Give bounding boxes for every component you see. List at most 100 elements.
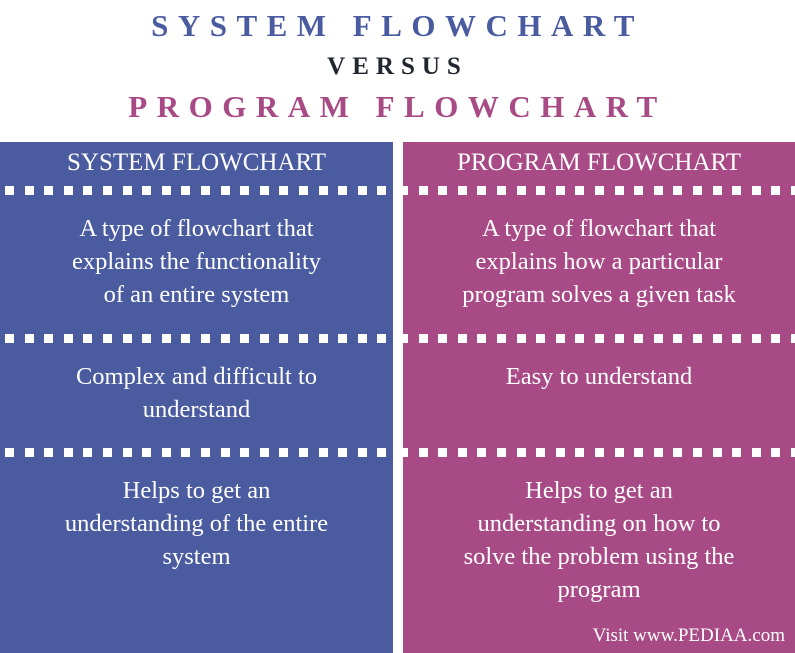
- divider-dot: [751, 334, 761, 343]
- divider-dot: [712, 186, 722, 195]
- divider-dot: [181, 448, 191, 457]
- divider-dot: [240, 334, 250, 343]
- divider-dot: [595, 334, 604, 343]
- divider-dot: [142, 448, 152, 457]
- title-system-flowchart: SYSTEM FLOWCHART: [151, 8, 644, 43]
- divider-dot: [377, 334, 387, 343]
- divider-dot: [161, 334, 171, 343]
- cell-line: understanding of the entire: [64, 510, 329, 537]
- divider-dot: [103, 186, 112, 195]
- divider-dot: [122, 334, 132, 343]
- divider-dot: [438, 186, 448, 195]
- divider-dot: [634, 334, 644, 343]
- comparison-cell-purpose: Helps to get an understanding on how to …: [403, 474, 795, 606]
- divider-dot: [555, 186, 565, 195]
- cell-line: A type of flowchart that: [79, 215, 314, 242]
- divider-dot: [673, 334, 683, 343]
- divider-dot: [5, 334, 14, 343]
- divider-dot: [83, 448, 93, 457]
- divider-dot: [83, 186, 93, 195]
- divider-dot: [201, 448, 210, 457]
- cell-line: of an entire system: [103, 281, 290, 308]
- divider-dot: [318, 334, 328, 343]
- divider-dot: [240, 448, 250, 457]
- cell-line: explains how a particular: [475, 248, 723, 275]
- divider-dot: [575, 448, 585, 457]
- divider-dot: [555, 334, 565, 343]
- dotted-divider: [403, 448, 795, 457]
- comparison-cell-complexity: Easy to understand: [403, 360, 795, 393]
- divider-dot: [63, 448, 73, 457]
- divider-dot: [338, 334, 348, 343]
- divider-dot: [732, 334, 742, 343]
- divider-dot: [438, 448, 448, 457]
- comparison-cell-definition: A type of flowchart that explains the fu…: [0, 212, 393, 311]
- divider-dot: [259, 186, 269, 195]
- divider-dot: [653, 448, 663, 457]
- divider-dot: [103, 448, 112, 457]
- divider-dot: [403, 448, 408, 457]
- divider-dot: [5, 448, 14, 457]
- divider-dot: [418, 334, 428, 343]
- divider-dot: [357, 334, 367, 343]
- divider-dot: [279, 334, 289, 343]
- divider-dot: [693, 186, 702, 195]
- column-header: PROGRAM FLOWCHART: [457, 149, 741, 176]
- divider-dot: [338, 186, 348, 195]
- divider-dot: [516, 334, 526, 343]
- divider-dot: [418, 186, 428, 195]
- divider-dot: [181, 334, 191, 343]
- divider-dot: [634, 448, 644, 457]
- cell-line: A type of flowchart that: [481, 215, 717, 242]
- divider-dot: [103, 334, 112, 343]
- divider-dot: [457, 186, 467, 195]
- program-flowchart-column: PROGRAM FLOWCHART A type of flowchart th…: [403, 142, 795, 653]
- divider-dot: [201, 334, 210, 343]
- divider-dot: [161, 448, 171, 457]
- divider-dot: [438, 334, 448, 343]
- divider-dot: [240, 186, 250, 195]
- divider-dot: [318, 186, 328, 195]
- column-header: SYSTEM FLOWCHART: [67, 149, 326, 176]
- cell-line: understand: [142, 396, 251, 423]
- divider-dot: [614, 186, 624, 195]
- divider-dot: [693, 448, 702, 457]
- dotted-divider: [403, 334, 795, 343]
- cell-line: Complex and difficult to: [75, 363, 318, 390]
- divider-dot: [142, 186, 152, 195]
- divider-dot: [751, 186, 761, 195]
- divider-dot: [63, 186, 73, 195]
- divider-dot: [653, 186, 663, 195]
- divider-dot: [614, 448, 624, 457]
- divider-dot: [142, 334, 152, 343]
- divider-dot: [712, 334, 722, 343]
- divider-dot: [653, 334, 663, 343]
- title-program-flowchart: PROGRAM FLOWCHART: [128, 89, 667, 124]
- divider-dot: [299, 186, 308, 195]
- divider-dot: [403, 334, 408, 343]
- cell-line: Easy to understand: [505, 363, 693, 390]
- divider-dot: [220, 334, 230, 343]
- divider-dot: [791, 186, 795, 195]
- divider-dot: [418, 448, 428, 457]
- divider-dot: [791, 448, 795, 457]
- divider-dot: [634, 186, 644, 195]
- cell-line: understanding on how to: [477, 510, 721, 537]
- divider-dot: [536, 448, 546, 457]
- divider-dot: [220, 448, 230, 457]
- divider-dot: [299, 448, 308, 457]
- divider-dot: [279, 448, 289, 457]
- dotted-divider: [0, 448, 393, 457]
- divider-dot: [201, 186, 210, 195]
- divider-dot: [318, 448, 328, 457]
- dotted-divider: [403, 186, 795, 195]
- divider-dot: [122, 448, 132, 457]
- divider-dot: [575, 334, 585, 343]
- divider-dot: [497, 334, 506, 343]
- divider-dot: [516, 186, 526, 195]
- cell-line: Helps to get an: [525, 477, 673, 504]
- dotted-divider: [0, 334, 393, 343]
- divider-dot: [5, 186, 14, 195]
- divider-dot: [457, 334, 467, 343]
- title-versus: VERSUS: [327, 53, 468, 80]
